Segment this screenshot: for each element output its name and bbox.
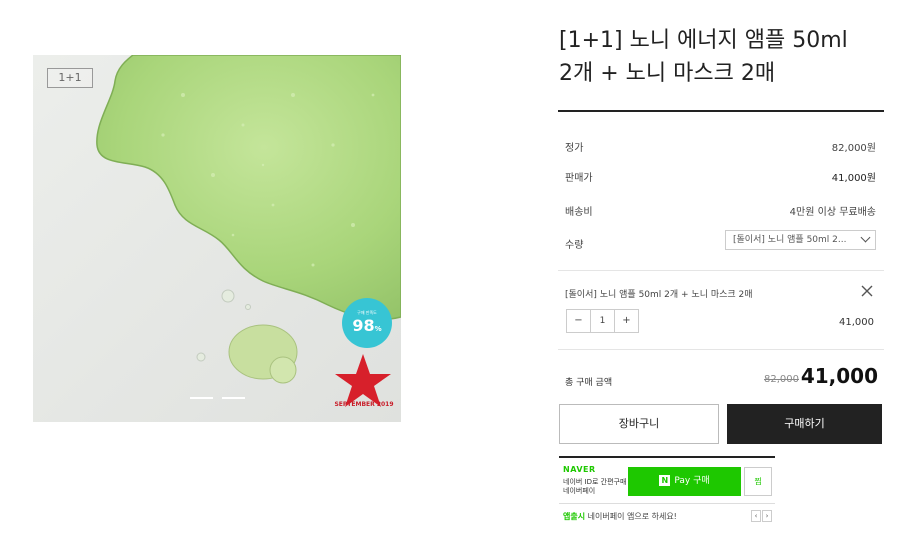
add-to-cart-button[interactable]: 장바구니 — [559, 404, 719, 444]
naver-logo: NAVER — [563, 465, 596, 474]
title-divider — [558, 110, 884, 112]
divider — [558, 270, 884, 271]
satisfaction-badge: 구매 만족도 98% — [342, 298, 392, 348]
final-total: 41,000 — [800, 364, 878, 388]
option-select[interactable]: [돌이서] 노니 앰플 50ml 2... — [725, 230, 876, 250]
promo-badge: 1+1 — [47, 68, 93, 88]
product-title: [1+1] 노니 에너지 앰플 50ml 2개 + 노니 마스크 2매 — [559, 24, 879, 90]
quantity-stepper[interactable]: − 1 + — [566, 309, 639, 333]
remove-option-button[interactable] — [859, 283, 875, 299]
wishlist-button[interactable]: 찜 — [744, 467, 772, 496]
title-line-2: 2개 + 노니 마스크 2매 — [559, 61, 776, 86]
increase-button[interactable]: + — [615, 310, 638, 332]
chevron-down-icon — [860, 232, 871, 243]
naverpay-divider — [559, 456, 775, 458]
list-price-label: 정가 — [565, 143, 584, 154]
naverpay-subtitle-2: 네이버페이 — [563, 487, 596, 495]
satisfaction-score: 98% — [352, 316, 382, 335]
shipping-label: 배송비 — [565, 207, 593, 218]
carousel-dots[interactable] — [190, 397, 254, 416]
close-icon — [861, 285, 873, 297]
naverpay-n-icon: N — [659, 475, 671, 486]
promo-pager: ‹ › — [750, 510, 772, 522]
quantity-label: 수량 — [565, 240, 584, 251]
divider — [558, 349, 884, 350]
naverpay-buy-label: Pay 구매 — [674, 476, 710, 486]
promo-prev-button[interactable]: ‹ — [751, 510, 761, 522]
title-line-1: [1+1] 노니 에너지 앰플 50ml — [559, 28, 848, 53]
naverpay-buy-button[interactable]: N Pay 구매 — [628, 467, 741, 496]
list-price: 82,000원 — [831, 143, 876, 154]
original-total: 82,000 — [764, 374, 799, 385]
promo-text: 네이버페이 앱으로 하세요! — [585, 512, 677, 521]
award-stamp: SEPTEMBER 2019 — [334, 401, 394, 408]
total-label: 총 구매 금액 — [565, 378, 613, 388]
quantity-value[interactable]: 1 — [590, 310, 615, 332]
shipping-value: 4만원 이상 무료배송 — [789, 207, 876, 218]
naverpay-app-promo[interactable]: 앱출시 네이버페이 앱으로 하세요! — [563, 511, 677, 522]
sale-price-label: 판매가 — [565, 173, 593, 184]
divider — [559, 503, 775, 504]
product-image[interactable]: 1+1 구매 만족도 98% SEPTEMBER 2019 — [33, 55, 401, 422]
decrease-button[interactable]: − — [567, 310, 590, 332]
promo-next-button[interactable]: › — [762, 510, 772, 522]
promo-highlight: 앱출시 — [563, 512, 586, 521]
buy-now-button[interactable]: 구매하기 — [727, 404, 882, 444]
option-select-value: [돌이서] 노니 앰플 50ml 2... — [733, 235, 847, 245]
selected-option-name: [돌이서] 노니 앰플 50ml 2개 + 노니 마스크 2매 — [565, 290, 753, 300]
sale-price: 41,000원 — [831, 173, 876, 184]
line-price: 41,000 — [839, 317, 874, 328]
